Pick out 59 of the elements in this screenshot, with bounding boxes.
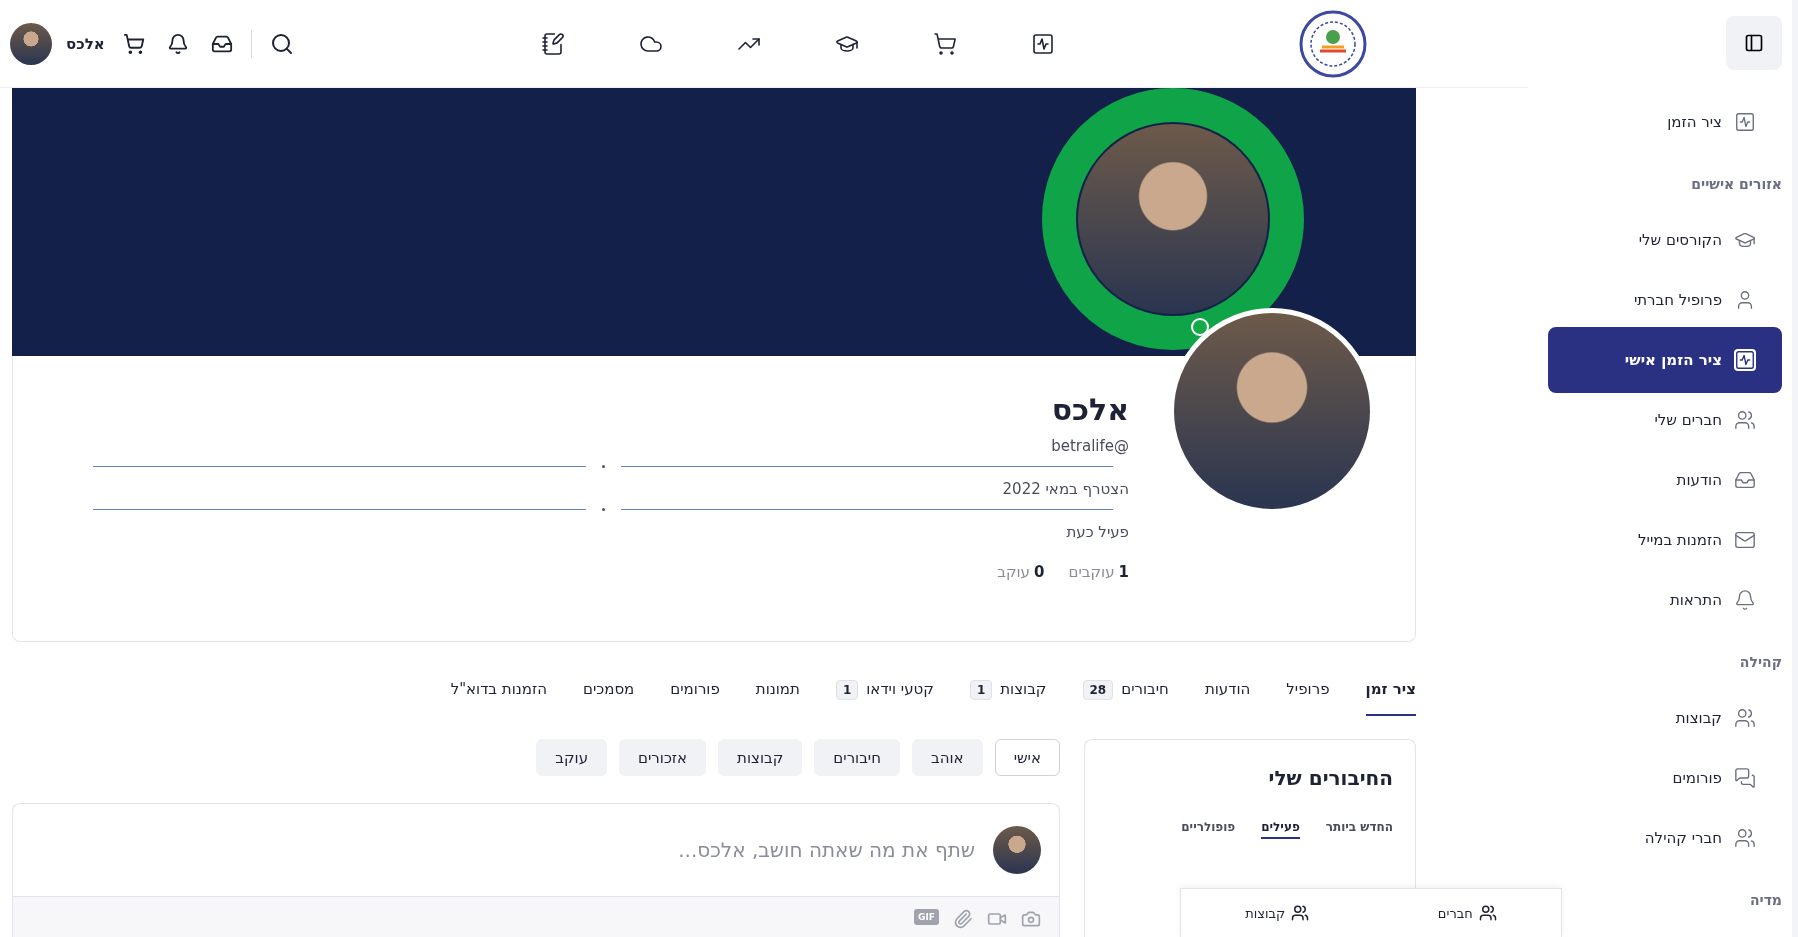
avatar[interactable] [10, 22, 52, 65]
profile-tab[interactable]: מסמכים [582, 674, 635, 716]
logo-icon[interactable] [1298, 8, 1368, 79]
filter-chip[interactable]: חיבורים [814, 739, 901, 776]
filter-chip[interactable]: אישי [994, 739, 1060, 776]
widget-title: החיבורים שלי [1267, 766, 1393, 790]
user-name[interactable]: אלכס [66, 34, 105, 53]
users-icon [1478, 904, 1497, 922]
profile-handle: @betralife [1050, 437, 1129, 455]
sidebar-item[interactable]: ציר הזמן [1548, 93, 1782, 151]
activity-icon [1734, 349, 1756, 371]
profile-name: אלכס [1050, 392, 1129, 427]
inbox-icon [1734, 469, 1756, 491]
avatar [993, 826, 1041, 874]
bottom-bar-link[interactable]: חברים [1437, 904, 1497, 922]
sidebar-item[interactable]: פרופיל חברתי [1548, 271, 1782, 329]
sidebar-item[interactable]: הקורסים שלי [1548, 211, 1782, 269]
activity-status: פעיל כעת [1065, 523, 1129, 541]
sidebar-item[interactable]: התראות [1548, 571, 1782, 629]
profile-tab[interactable]: ציר זמן [1365, 674, 1416, 716]
section-heading: קהילה [1738, 653, 1782, 672]
paperclip-icon[interactable] [953, 909, 973, 929]
widget-tab[interactable]: פופולריים [1181, 820, 1236, 839]
profile-tab[interactable]: פרופיל [1286, 674, 1330, 716]
sidebar-item[interactable]: הזמנות במייל [1548, 511, 1782, 569]
bottom-bar-link[interactable]: קבוצות [1245, 904, 1310, 922]
bell-icon [1734, 589, 1756, 611]
filter-chip[interactable]: אוהב [912, 739, 983, 776]
count-badge: 28 [1082, 680, 1114, 700]
activity-icon [1734, 111, 1756, 133]
sidebar-item[interactable]: הודעות [1548, 451, 1782, 509]
sidebar-item[interactable]: ציר הזמן אישי [1548, 327, 1782, 393]
profile-tab[interactable]: תמונות [755, 674, 800, 716]
filter-chip[interactable]: קבוצות [718, 739, 803, 776]
section-heading: אזורים אישיים [1690, 175, 1782, 194]
count-badge: 1 [835, 680, 859, 700]
section-heading: מדיה [1748, 891, 1782, 910]
widget-tab[interactable]: החדש ביותר [1325, 820, 1393, 839]
profile-tab[interactable]: הודעות [1204, 674, 1251, 716]
sidebar-item[interactable]: חברים שלי [1548, 391, 1782, 449]
sidebar-item[interactable]: קבוצות [1548, 689, 1782, 747]
users-icon [1291, 904, 1310, 922]
count-badge: 1 [969, 680, 993, 700]
chat-icon [1734, 767, 1756, 789]
filter-chip[interactable]: עוקב [536, 739, 608, 776]
users-icon [1734, 827, 1756, 849]
profile-tab[interactable]: פורומים [670, 674, 720, 716]
sidebar-toggle-button[interactable] [1726, 16, 1782, 70]
widget-tab[interactable]: פעילים [1261, 820, 1300, 839]
filter-chip[interactable]: אזכורים [619, 739, 707, 776]
sidebar-item[interactable]: חברי קהילה [1548, 809, 1782, 867]
profile-tab[interactable]: הזמנות בדוא"ל [450, 674, 547, 716]
users-icon [1734, 409, 1756, 431]
post-input-field[interactable]: שתף את מה שאתה חושב, אלכס... [31, 837, 977, 863]
mail-icon [1734, 529, 1756, 551]
sidebar-panel-icon [1744, 33, 1764, 53]
users-icon [1734, 707, 1756, 729]
sidebar-item[interactable]: פורומים [1548, 749, 1782, 807]
join-date: הצטרף במאי 2022 [1001, 480, 1129, 498]
